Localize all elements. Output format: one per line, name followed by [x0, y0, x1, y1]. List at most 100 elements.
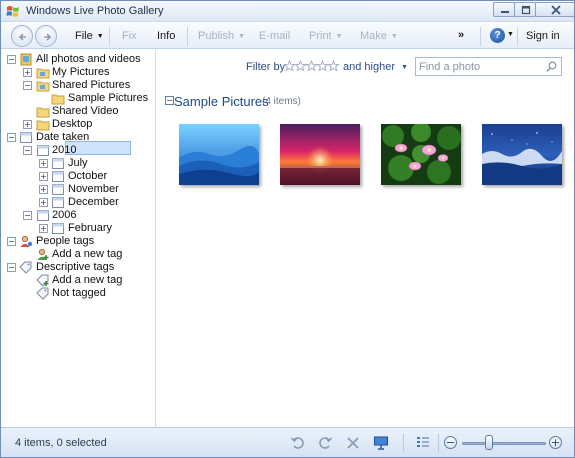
- sign-in-button[interactable]: Sign in: [526, 30, 560, 42]
- delete-icon[interactable]: [345, 435, 361, 451]
- back-button[interactable]: [11, 25, 33, 47]
- maximize-button[interactable]: [514, 2, 536, 17]
- tree-item-shared-pictures[interactable]: − Shared Pictures: [1, 79, 151, 92]
- minimize-button[interactable]: [493, 2, 515, 17]
- search-box[interactable]: [415, 57, 562, 76]
- tree-item-label: Shared Video: [52, 105, 119, 117]
- collapse-toggle[interactable]: −: [7, 237, 16, 246]
- forward-button[interactable]: [35, 25, 57, 47]
- tree-item-november[interactable]: + November: [1, 183, 151, 196]
- close-button[interactable]: [535, 2, 574, 17]
- expand-toggle[interactable]: +: [23, 120, 32, 129]
- maximize-icon: [521, 5, 531, 15]
- sunset-photo: [280, 124, 360, 185]
- expand-toggle[interactable]: +: [39, 185, 48, 194]
- tree-item-label: People tags: [36, 235, 95, 247]
- tree-item-july[interactable]: + July: [1, 157, 151, 170]
- tree-item-shared-video[interactable]: Shared Video: [1, 105, 151, 118]
- chevron-down-icon: ▼: [401, 64, 408, 71]
- photo-thumbnail[interactable]: [482, 124, 562, 185]
- rotate-right-icon[interactable]: [317, 435, 333, 451]
- title-bar[interactable]: Windows Live Photo Gallery: [1, 1, 574, 22]
- expand-toggle[interactable]: +: [39, 224, 48, 233]
- tree-item-label: My Pictures: [52, 66, 110, 78]
- tree-item-sample-pictures[interactable]: Sample Pictures: [1, 92, 151, 105]
- toolbar-divider: [187, 27, 188, 46]
- expand-toggle[interactable]: +: [39, 159, 48, 168]
- tree-item-descriptive-tags[interactable]: − Descriptive tags: [1, 261, 151, 274]
- zoom-in-button[interactable]: +: [549, 436, 562, 449]
- tree-item-not-tagged[interactable]: Not tagged: [1, 287, 151, 300]
- rotate-left-icon[interactable]: [290, 435, 306, 451]
- collapse-toggle[interactable]: −: [23, 81, 32, 90]
- photo-thumbnail[interactable]: [179, 124, 259, 185]
- search-icon[interactable]: [546, 61, 557, 73]
- toolbar-divider: [517, 27, 518, 46]
- add-descriptive-tag-item[interactable]: Add a new tag: [1, 274, 151, 287]
- help-icon: ?: [494, 30, 501, 41]
- email-label: E-mail: [259, 30, 291, 42]
- photo-browser: Filter by and higher ▼ − Sample Pictures…: [157, 50, 574, 427]
- and-higher-label: and higher: [343, 61, 395, 73]
- info-label: Info: [157, 30, 176, 42]
- print-label: Print: [309, 30, 332, 42]
- overflow-chevron-button[interactable]: »: [458, 29, 464, 41]
- chevron-down-icon: ▼: [238, 33, 246, 40]
- collapse-toggle[interactable]: −: [7, 55, 16, 64]
- tree-item-label: All photos and videos: [36, 53, 141, 65]
- tree-item-all-photos[interactable]: − All photos and videos: [1, 53, 151, 66]
- info-button[interactable]: Info: [157, 30, 175, 42]
- tree-item-label: Shared Pictures: [52, 79, 131, 91]
- photo-thumbnail[interactable]: [381, 124, 461, 185]
- zoom-out-button[interactable]: −: [444, 436, 457, 449]
- publish-menu[interactable]: Publish ▼: [198, 30, 245, 42]
- tree-item-2006[interactable]: − 2006: [1, 209, 151, 222]
- tree-item-date-taken[interactable]: − Date taken: [1, 131, 151, 144]
- expand-toggle[interactable]: +: [39, 198, 48, 207]
- tree-item-october[interactable]: + October: [1, 170, 151, 183]
- forward-arrow-icon: [44, 33, 52, 41]
- calendar-icon: [52, 171, 64, 182]
- calendar-icon: [20, 132, 32, 143]
- file-menu[interactable]: File ▼: [75, 30, 104, 42]
- zoom-slider[interactable]: [462, 442, 546, 445]
- rating-filter[interactable]: [284, 60, 340, 74]
- make-menu[interactable]: Make ▼: [360, 30, 398, 42]
- photo-gallery-window: Windows Live Photo Gallery File ▼ Fix Inf…: [0, 0, 575, 458]
- expand-toggle[interactable]: +: [23, 68, 32, 77]
- tree-item-2010[interactable]: − 2010: [1, 144, 151, 157]
- help-button[interactable]: ?: [490, 28, 505, 43]
- search-input[interactable]: [419, 59, 539, 74]
- chevron-down-icon: ▼: [390, 33, 398, 40]
- slideshow-icon[interactable]: [373, 435, 389, 451]
- fix-button[interactable]: Fix: [122, 30, 137, 42]
- collapse-toggle[interactable]: −: [7, 133, 16, 142]
- collapse-toggle[interactable]: −: [7, 263, 16, 272]
- collapse-group-toggle[interactable]: −: [165, 96, 174, 105]
- folder-icon: [36, 120, 50, 131]
- sign-in-label: Sign in: [526, 30, 560, 42]
- chevron-down-icon[interactable]: ▼: [507, 31, 514, 38]
- expand-toggle[interactable]: +: [39, 172, 48, 181]
- tree-item-february[interactable]: + February: [1, 222, 151, 235]
- print-menu[interactable]: Print ▼: [309, 30, 343, 42]
- tree-item-people-tags[interactable]: − People tags: [1, 235, 151, 248]
- tree-item-label: February: [68, 222, 113, 234]
- details-view-icon[interactable]: [415, 435, 431, 451]
- and-higher-dropdown[interactable]: and higher ▼: [343, 61, 408, 73]
- email-button[interactable]: E-mail: [259, 30, 290, 42]
- zoom-slider-thumb[interactable]: [484, 435, 493, 450]
- collapse-toggle[interactable]: −: [23, 211, 32, 220]
- close-icon: [551, 5, 561, 15]
- toolbar-divider: [480, 27, 481, 46]
- tree-item-december[interactable]: + December: [1, 196, 151, 209]
- add-people-tag-item[interactable]: Add a new tag: [1, 248, 151, 261]
- photo-thumbnail[interactable]: [280, 124, 360, 185]
- folder-icon: [36, 107, 50, 118]
- collapse-toggle[interactable]: −: [23, 146, 32, 155]
- tree-item-label: December: [68, 196, 119, 208]
- water-lilies-photo: [381, 124, 461, 185]
- tree-item-my-pictures[interactable]: + My Pictures: [1, 66, 151, 79]
- star-icon: [294, 60, 307, 72]
- tree-item-desktop[interactable]: + Desktop: [1, 118, 151, 131]
